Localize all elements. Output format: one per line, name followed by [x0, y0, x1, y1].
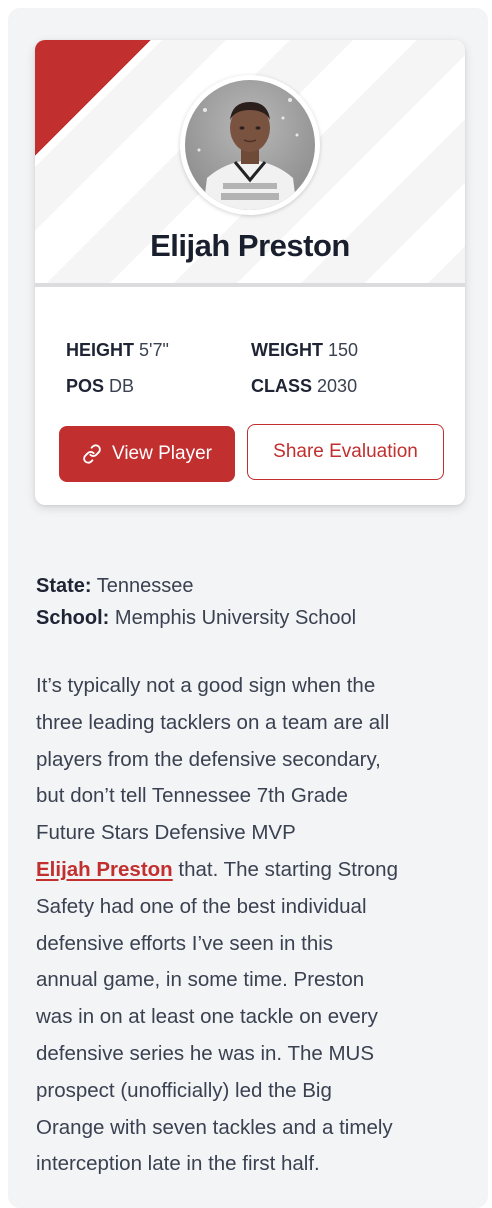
article-line: Elijah Preston that. The starting Strong: [36, 852, 476, 889]
article-line: defensive efforts I’ve seen in this: [36, 931, 334, 955]
school-value: Memphis University School: [114, 607, 357, 629]
school-row: School: Memphis University School: [36, 602, 476, 634]
article-line: defensive series he was in. The MUS: [36, 1041, 375, 1065]
article-line: It’s typically not a good sign when the: [36, 674, 376, 697]
article-line: three leading tacklers on a team are all: [36, 710, 390, 734]
article-line: was in on at least one tackle on every: [36, 1005, 378, 1029]
article-line: interception late in the first half.: [36, 1152, 320, 1176]
view-player-label: View Player: [112, 443, 212, 464]
evaluation-article: It’s typically not a good sign when the …: [36, 668, 476, 1183]
article-line: players from the defensive secondary,: [36, 747, 381, 771]
stat-weight-label: WEIGHT: [251, 340, 323, 360]
article-line: Future Stars Defensive MVP: [36, 821, 296, 845]
article-line: annual game, in some time. Preston: [36, 968, 365, 992]
stat-class: CLASS 2030: [251, 376, 357, 397]
stat-height-label: HEIGHT: [66, 340, 135, 360]
avatar: [180, 75, 320, 215]
stat-height-value: 5'7": [139, 340, 169, 360]
player-name-link[interactable]: Elijah Preston: [36, 858, 173, 881]
view-player-button[interactable]: View Player: [59, 426, 235, 482]
player-info: State: Tennessee School: Memphis Univers…: [36, 570, 476, 634]
stat-height: HEIGHT 5'7": [66, 340, 169, 361]
article-line: Safety had one of the best individual: [36, 894, 367, 918]
state-row: State: Tennessee: [36, 570, 476, 602]
school-label: School:: [36, 607, 110, 629]
article-line: but don’t tell Tennessee 7th Grade: [36, 784, 348, 808]
stat-class-value: 2030: [317, 376, 358, 396]
avatar-photo: [185, 80, 315, 210]
stat-pos-label: POS: [66, 376, 105, 396]
stat-pos-value: DB: [109, 376, 135, 396]
article-line: prospect (unofficially) led the Big: [36, 1078, 332, 1102]
article-line-rest: that. The starting Strong: [172, 857, 398, 881]
content-panel: Elijah Preston HEIGHT 5'7" WEIGHT 150 PO…: [8, 8, 488, 1208]
article-line: Orange with seven tackles and a timely: [36, 1115, 393, 1139]
header-divider: [35, 283, 465, 287]
link-icon: [82, 444, 102, 464]
stat-class-label: CLASS: [251, 376, 313, 396]
share-evaluation-label: Share Evaluation: [273, 441, 418, 462]
player-card: Elijah Preston HEIGHT 5'7" WEIGHT 150 PO…: [35, 40, 465, 505]
stat-weight-value: 150: [328, 340, 359, 360]
stat-weight: WEIGHT 150: [251, 340, 358, 361]
corner-ribbon: [35, 40, 151, 156]
share-evaluation-button[interactable]: Share Evaluation: [247, 424, 444, 480]
player-name: Elijah Preston: [150, 228, 350, 263]
stat-pos: POS DB: [66, 376, 134, 397]
state-label: State:: [36, 575, 92, 597]
state-value: Tennessee: [96, 575, 194, 597]
